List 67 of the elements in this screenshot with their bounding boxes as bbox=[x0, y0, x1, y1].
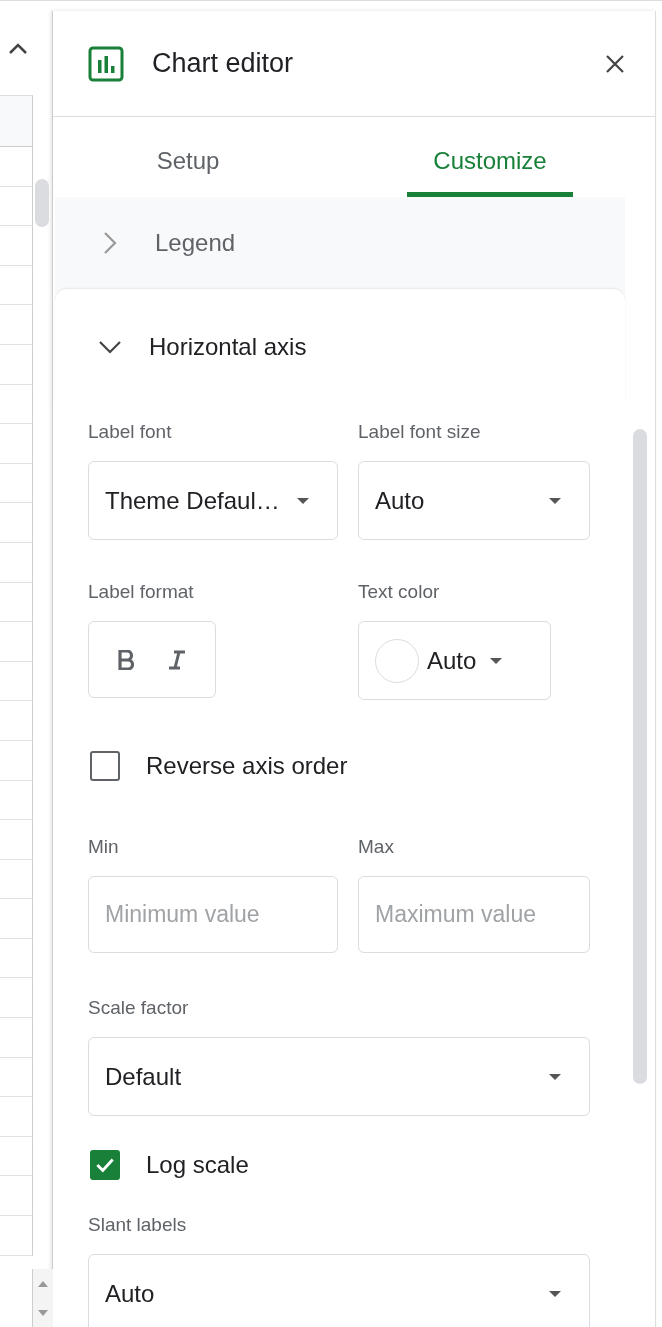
grid-row bbox=[0, 859, 33, 900]
grid-row bbox=[0, 305, 33, 345]
field-label: Max bbox=[358, 835, 395, 859]
slant-labels-dropdown[interactable]: Auto bbox=[88, 1254, 590, 1327]
grid-row bbox=[0, 344, 33, 385]
field-label: Label font size bbox=[358, 420, 482, 444]
chevron-icon bbox=[98, 339, 122, 354]
grid-row bbox=[0, 463, 33, 504]
field-label: Slant labels bbox=[88, 1213, 188, 1237]
dropdown-caret-icon bbox=[549, 1290, 561, 1297]
grid-row bbox=[0, 820, 33, 860]
field-label: Text color bbox=[358, 580, 441, 604]
section-header[interactable]: Legend bbox=[55, 197, 625, 289]
grid-row bbox=[0, 1176, 33, 1217]
checkbox-label: Log scale bbox=[146, 1151, 249, 1179]
grid-row bbox=[0, 1018, 33, 1058]
grid-row bbox=[0, 701, 33, 741]
collapse-icon[interactable] bbox=[8, 43, 28, 55]
checkbox[interactable] bbox=[90, 1150, 120, 1180]
field-label: Min bbox=[88, 835, 120, 859]
panel-title: Chart editor bbox=[152, 48, 295, 79]
dropdown-caret-icon bbox=[490, 657, 503, 664]
grid-row bbox=[0, 740, 33, 781]
grid-row bbox=[0, 503, 33, 543]
grid-row bbox=[0, 899, 33, 939]
grid-row bbox=[0, 1057, 33, 1098]
italic-icon[interactable] bbox=[168, 649, 186, 670]
checkbox-label: Reverse axis order bbox=[146, 752, 348, 780]
grid-row bbox=[0, 265, 33, 306]
max-input[interactable]: Maximum value bbox=[358, 876, 590, 953]
grid-row bbox=[0, 1216, 33, 1256]
grid-row bbox=[0, 424, 33, 464]
grid-row bbox=[0, 147, 33, 187]
grid-row bbox=[0, 1097, 33, 1137]
text-color-dropdown[interactable]: Auto bbox=[358, 621, 551, 700]
chevron-icon bbox=[103, 231, 117, 255]
field-label: Label format bbox=[88, 580, 195, 604]
grid-row bbox=[0, 186, 33, 227]
close-icon[interactable] bbox=[605, 53, 625, 74]
scale-factor-dropdown[interactable]: Default bbox=[88, 1037, 590, 1116]
font-size-dropdown[interactable]: Auto bbox=[358, 461, 590, 540]
grid-row bbox=[0, 622, 33, 662]
field-label: Label font bbox=[88, 420, 173, 444]
dropdown-caret-icon bbox=[549, 1073, 561, 1080]
font-dropdown[interactable]: Theme Defaul… bbox=[88, 461, 338, 540]
grid-row bbox=[0, 542, 33, 583]
scroll-up-icon[interactable] bbox=[38, 1280, 48, 1287]
grid-row bbox=[0, 384, 33, 425]
grid-row bbox=[0, 661, 33, 702]
tab[interactable]: Setup bbox=[55, 117, 321, 197]
grid-row bbox=[0, 226, 33, 266]
grid-row bbox=[0, 938, 33, 979]
min-input[interactable]: Minimum value bbox=[88, 876, 338, 953]
grid-row bbox=[0, 1136, 33, 1177]
dropdown-caret-icon bbox=[549, 497, 561, 504]
grid-row bbox=[0, 978, 33, 1019]
bold-icon[interactable] bbox=[118, 649, 134, 670]
section-title: Horizontal axis bbox=[149, 332, 307, 361]
scroll-down-icon[interactable] bbox=[38, 1309, 48, 1316]
section-title: Legend bbox=[155, 229, 236, 257]
grid-row bbox=[0, 582, 33, 623]
bar-chart-icon bbox=[88, 45, 124, 82]
dropdown-caret-icon bbox=[297, 497, 309, 504]
checkbox[interactable] bbox=[90, 751, 120, 781]
grid-row bbox=[0, 780, 33, 821]
section-header[interactable]: Horizontal axis bbox=[55, 289, 625, 404]
field-label: Scale factor bbox=[88, 996, 190, 1020]
